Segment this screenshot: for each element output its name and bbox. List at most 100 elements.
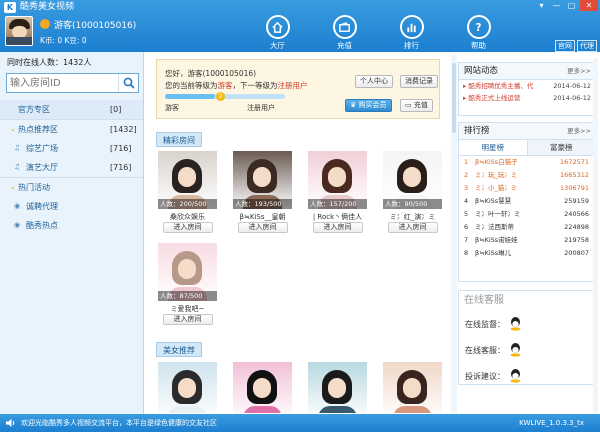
close-button[interactable]: ✕ [580, 0, 598, 11]
news-item[interactable]: ▸ 酷秀招聘优秀主播、代 2014-06-12 [459, 80, 595, 92]
category-item[interactable]: ♫ 综艺广场 [716] [0, 139, 143, 158]
user-balance: K币: 0 K豆: 0 [40, 36, 87, 45]
category-item[interactable]: 官方专区 [0] [0, 100, 143, 119]
ranking-row[interactable]: 7 β≒KiSs诺娃娃 219758 [459, 234, 595, 247]
room-thumbnail[interactable] [383, 362, 442, 413]
ranking-row[interactable]: 3 ミ冫小_猫冫ミ 1306791 [459, 182, 595, 195]
qq-icon[interactable] [509, 342, 522, 357]
category-item[interactable]: ⌄ 热门活动 [0, 178, 143, 197]
version-label: KWLIVE_1.0.3.3_tx [519, 419, 584, 427]
qq-icon[interactable] [509, 368, 522, 383]
nav-lobby[interactable]: 大厅 [244, 14, 311, 52]
news-text: ▸ 酷秀正式上线运营 [463, 94, 521, 102]
service-row: 在线客服： [459, 337, 595, 363]
category-label: 热点推荐区 [18, 125, 58, 134]
speaker-icon[interactable] [5, 418, 16, 428]
right-scrollbar[interactable] [593, 58, 598, 413]
service-title: 在线客服 [459, 291, 595, 311]
ranking-row[interactable]: 1 β≒KiSs白猫子 1672571 [459, 156, 595, 169]
room-card: 人数：90/500 ミ冫红_演冫ミ 进入房间 [383, 151, 442, 233]
rank-number: 7 [464, 236, 469, 244]
rank-name: β≒KiSs慧慧 [475, 197, 512, 205]
greeting: 您好，游客(1000105016) [165, 69, 257, 78]
category-item[interactable]: ◉ 酷秀热点 [0, 216, 143, 235]
thumbnail-face [403, 167, 421, 187]
enter-room-button[interactable]: 进入房间 [237, 222, 288, 233]
category-item[interactable]: ◉ 诚聘代理 [0, 197, 143, 216]
category-icon: ♫ [14, 163, 21, 171]
card-icon: ▭ [405, 101, 414, 109]
room-thumbnail[interactable]: 人数：157/200 [308, 151, 367, 209]
consumption-records-button[interactable]: 消费记录 [400, 75, 438, 88]
room-id-input[interactable] [7, 74, 117, 92]
room-thumbnail[interactable] [233, 362, 292, 413]
nav-help[interactable]: ? 帮助 [445, 14, 512, 52]
room-name: ミ冫红_演冫ミ [389, 213, 436, 221]
header-bar: K 酷秀美女视频 ▾ — ▢ ✕ 游客(1000105016) K币: 0 K豆… [0, 0, 600, 52]
ranking-box: 排行榜 更多>> 明星榜 富豪榜 1 β≒KiSs白猫子 1672571 2 ミ冫玩_玩冫… [458, 122, 596, 282]
category-label: 酷秀热点 [26, 221, 58, 230]
room-viewer-count: 人数：90/500 [383, 199, 442, 209]
ranking-row[interactable]: 4 β≒KiSs慧慧 259159 [459, 195, 595, 208]
news-title: 网站动态 [464, 66, 499, 76]
status-bar: 欢迎光临酷秀多人视频交流平台，本平台是绿色健康的交友社区 KWLIVE_1.0.… [0, 414, 600, 432]
main-scrollbar[interactable] [451, 55, 457, 413]
search-button[interactable] [118, 74, 138, 92]
rank-number: 8 [464, 249, 469, 257]
recommended-grid [158, 362, 450, 413]
room-thumbnail[interactable]: 人数：90/500 [383, 151, 442, 209]
category-label: 官方专区 [18, 105, 50, 114]
enter-room-button[interactable]: 进入房间 [387, 222, 438, 233]
scrollbar-thumb[interactable] [452, 63, 456, 133]
category-item[interactable]: ⌄ 热点推荐区 [1432] [0, 120, 143, 139]
avatar[interactable] [5, 16, 33, 46]
room-search [6, 73, 139, 93]
news-more-link[interactable]: 更多>> [567, 63, 591, 80]
ranking-more-link[interactable]: 更多>> [567, 123, 591, 140]
app-logo: K [4, 2, 16, 13]
personal-center-button[interactable]: 个人中心 [355, 75, 393, 88]
qq-icon[interactable] [509, 316, 522, 331]
ranking-row[interactable]: 2 ミ冫玩_玩冫ミ 1665312 [459, 169, 595, 182]
enter-room-button[interactable]: 进入房间 [312, 222, 363, 233]
ranking-row[interactable]: 5 ミ冫叶一轩冫ミ 240566 [459, 208, 595, 221]
recharge-button[interactable]: ▭ 充值 [400, 99, 433, 112]
customer-service-box: 在线客服 在线监督： 在线客服： 投诉建议： [458, 290, 596, 385]
skin-menu-button[interactable]: ▾ [535, 0, 548, 11]
ranking-row[interactable]: 6 ミ冫法西斯蒂 224898 [459, 221, 595, 234]
enter-room-button[interactable]: 进入房间 [162, 222, 213, 233]
nav-recharge[interactable]: 充值 [311, 14, 378, 52]
room-card: 人数：193/500 β≒KiSs__皇朝 进入房间 [233, 151, 292, 233]
room-thumbnail[interactable]: 人数：193/500 [233, 151, 292, 209]
rank-score: 259159 [564, 197, 589, 205]
category-item[interactable]: ♫ 演艺大厅 [716] [0, 158, 143, 177]
room-thumbnail[interactable]: 人数：200/500 [158, 151, 217, 209]
news-text: ▸ 酷秀招聘优秀主播、代 [463, 82, 534, 90]
news-item[interactable]: ▸ 酷秀正式上线运营 2014-06-12 [459, 92, 595, 104]
rank-number: 5 [464, 210, 469, 218]
room-thumbnail[interactable]: 人数：87/500 [158, 243, 217, 301]
featured-rooms-title: 精彩房间 [156, 132, 202, 147]
room-thumbnail[interactable] [308, 362, 367, 413]
enter-room-button[interactable]: 进入房间 [162, 314, 213, 325]
tab-star-ranking[interactable]: 明星榜 [459, 140, 528, 155]
service-row: 在线监督： [459, 311, 595, 337]
category-count: [0] [110, 105, 122, 114]
rank-score: 200807 [564, 249, 589, 257]
news-box: 网站动态 更多>> ▸ 酷秀招聘优秀主播、代 2014-06-12 ▸ 酷秀正式上线运… [458, 62, 596, 116]
category-count: [716] [110, 163, 132, 172]
nav-ranking[interactable]: 排行 [378, 14, 445, 52]
room-card: 人数：157/200 | Rock丶俩佳人 进入房间 [308, 151, 367, 233]
maximize-button[interactable]: ▢ [565, 0, 578, 11]
nav-label: 排行 [404, 41, 419, 50]
buy-vip-button[interactable]: ♛ 购买会员 [345, 99, 392, 112]
official-site-link[interactable]: 官网 [555, 40, 575, 52]
tab-rich-ranking[interactable]: 富豪榜 [527, 140, 595, 155]
agent-link[interactable]: 代理 [577, 40, 597, 52]
rank-name: β≒KiSs琳儿 [475, 249, 512, 257]
category-count: [1432] [110, 125, 137, 134]
room-name: ミ爱我吧~ [170, 305, 205, 313]
minimize-button[interactable]: — [550, 0, 563, 11]
room-thumbnail[interactable] [158, 362, 217, 413]
ranking-row[interactable]: 8 β≒KiSs琳儿 200807 [459, 247, 595, 260]
